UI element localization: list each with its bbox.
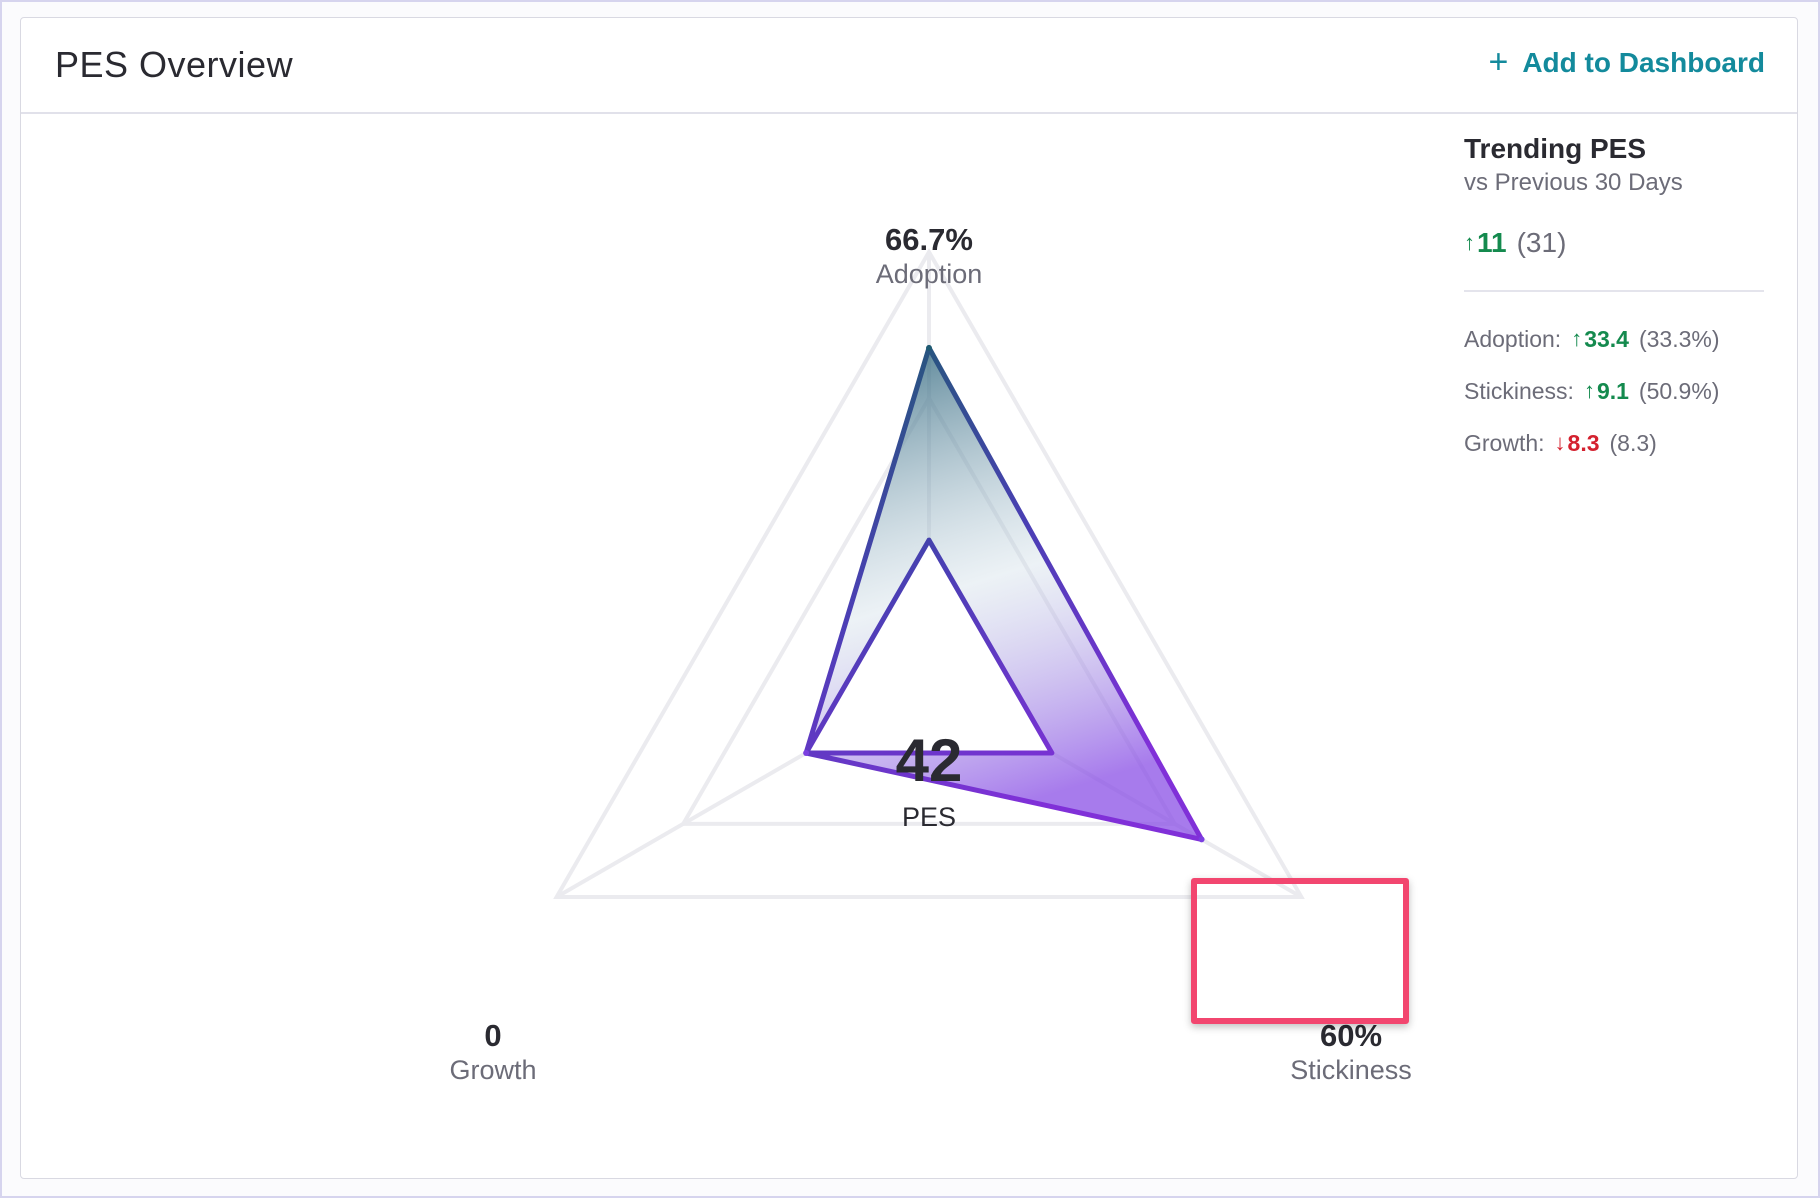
page-title: PES Overview <box>55 44 294 85</box>
plus-icon: + <box>1488 42 1509 81</box>
trending-overall-delta: 11 <box>1477 227 1507 258</box>
metric-delta: 8.3 <box>1567 430 1600 456</box>
trending-panel: Trending PES vs Previous 30 Days ↑ 11 (3… <box>1464 132 1784 458</box>
arrow-down-icon: ↓ <box>1554 430 1566 455</box>
metric-row-growth: Growth: ↓ 8.3 (8.3) <box>1464 428 1784 458</box>
growth-value: 0 <box>484 1018 502 1053</box>
metric-row-adoption: Adoption: ↑ 33.4 (33.3%) <box>1464 324 1784 354</box>
arrow-up-icon: ↑ <box>1571 326 1583 351</box>
metric-name: Stickiness: <box>1464 378 1574 404</box>
metric-name: Growth: <box>1464 430 1545 456</box>
axis-label-growth: 0 Growth <box>363 1018 623 1086</box>
stickiness-name: Stickiness <box>1290 1055 1412 1085</box>
metric-previous: (50.9%) <box>1638 378 1720 404</box>
radar-point-adoption <box>926 344 932 351</box>
axis-label-adoption: 66.7% Adoption <box>799 222 1059 290</box>
metric-previous: (33.3%) <box>1638 326 1720 352</box>
trending-overall: ↑ 11 (31) <box>1464 226 1784 260</box>
stickiness-highlight-box <box>1191 878 1409 1024</box>
pes-score-value: 42 <box>895 727 963 794</box>
arrow-up-icon: ↑ <box>1583 378 1595 403</box>
divider <box>1464 290 1764 292</box>
pes-score-label: PES <box>901 802 957 832</box>
card-header: PES Overview + Add to Dashboard <box>21 18 1797 114</box>
pes-score: 42 PES <box>809 728 1049 834</box>
pes-overview-card: PES Overview + Add to Dashboard 66.7% Ad… <box>20 17 1798 1179</box>
trending-title: Trending PES <box>1464 133 1647 164</box>
growth-name: Growth <box>449 1055 537 1085</box>
metric-name: Adoption: <box>1464 326 1562 352</box>
adoption-value: 66.7% <box>885 222 973 257</box>
radar-point-stickiness <box>1198 836 1205 843</box>
metric-row-stickiness: Stickiness: ↑ 9.1 (50.9%) <box>1464 376 1784 406</box>
trending-subtitle: vs Previous 30 Days <box>1464 169 1683 196</box>
metric-delta: 33.4 <box>1584 326 1629 352</box>
add-to-dashboard-label: Add to Dashboard <box>1522 47 1765 78</box>
metric-delta: 9.1 <box>1596 378 1629 404</box>
metric-previous: (8.3) <box>1609 430 1657 456</box>
trending-overall-previous: (31) <box>1516 227 1567 258</box>
axis-label-stickiness: 60% Stickiness <box>1216 1018 1486 1086</box>
arrow-up-icon: ↑ <box>1464 230 1475 255</box>
adoption-name: Adoption <box>875 259 983 289</box>
add-to-dashboard-button[interactable]: + Add to Dashboard <box>1488 42 1765 81</box>
